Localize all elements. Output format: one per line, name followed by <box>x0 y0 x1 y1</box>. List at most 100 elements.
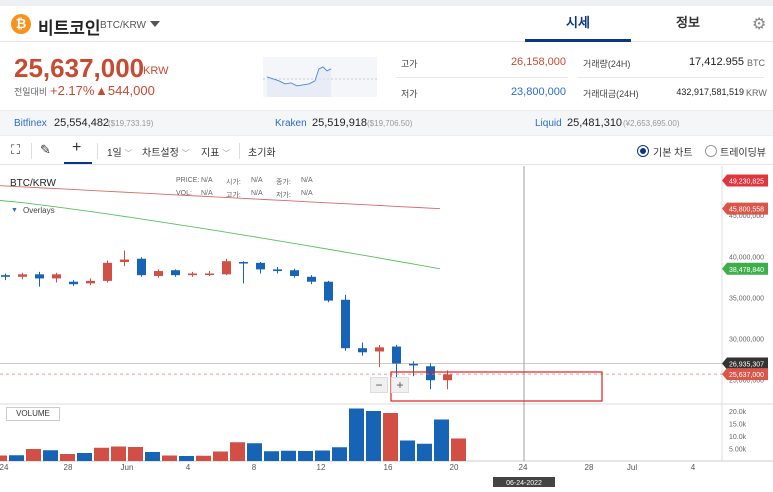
volume-tick-label: 20.0k <box>729 409 747 416</box>
volume-bar <box>417 443 432 461</box>
candle-body <box>18 274 27 277</box>
chart-canvas[interactable]: 45,000,00040,000,00035,000,00030,000,000… <box>0 166 773 487</box>
volume-bar <box>315 450 330 461</box>
gear-icon[interactable]: ⚙ <box>752 14 766 34</box>
volume-bar <box>111 446 126 461</box>
volume-tick-label: 10.0k <box>729 434 747 441</box>
volume-bar <box>9 455 24 461</box>
exchange-usd: ($19,706.50) <box>367 119 413 128</box>
indicators-dropdown[interactable]: 지표 ﹀ <box>201 144 230 159</box>
legend-vol-value: N/A <box>201 190 213 197</box>
legend-open-label: 시가: <box>226 179 241 186</box>
tab-market[interactable]: 시세 <box>525 6 631 42</box>
volume-bar <box>349 408 364 461</box>
exchange-name[interactable]: Bitfinex <box>14 118 47 129</box>
x-tick-label: 8 <box>252 463 257 472</box>
coin-name: 비트코인 <box>38 19 101 38</box>
volume-bar <box>77 453 92 461</box>
chevron-down-icon[interactable] <box>150 21 160 27</box>
crosshair-icon[interactable]: + <box>72 139 81 157</box>
legend-low-value: N/A <box>301 190 313 197</box>
volume-bar <box>298 451 313 461</box>
candle-body <box>171 270 180 276</box>
candle-body <box>120 259 129 263</box>
volume-bar <box>332 447 347 461</box>
basic-chart-radio[interactable] <box>637 145 649 157</box>
candle-body <box>409 363 418 366</box>
legend-low-label: 저가: <box>276 192 291 199</box>
low-label: 저가 <box>401 89 418 99</box>
candle-body <box>341 299 350 349</box>
chart-settings-dropdown[interactable]: 차트설정 ﹀ <box>142 144 190 159</box>
overlays-toggle-icon[interactable]: ▼ <box>11 207 18 214</box>
interval-dropdown[interactable]: 1일 ﹀ <box>107 144 133 159</box>
zoom-out-button[interactable]: − <box>370 377 388 393</box>
exchange-value: 25,554,482 <box>54 117 110 129</box>
tab-info[interactable]: 정보 <box>631 6 745 42</box>
y-tick-label: 40,000,000 <box>729 254 764 261</box>
price-tag-label: 45,800,558 <box>729 207 764 214</box>
bitcoin-icon: ₿ <box>11 14 31 34</box>
candle-body <box>273 269 282 272</box>
volume-bar <box>196 455 211 461</box>
candle-body <box>35 274 44 279</box>
volume-bar <box>179 456 194 461</box>
candle-body <box>52 274 61 279</box>
candle-body <box>290 270 299 276</box>
basic-chart-label[interactable]: 기본 차트 <box>653 144 693 159</box>
candle-body <box>188 273 197 276</box>
volume-bar <box>145 452 160 461</box>
legend-price-value: N/A <box>201 177 213 184</box>
exchange-name[interactable]: Kraken <box>275 118 307 129</box>
candle-body <box>222 261 231 275</box>
x-tick-label: 28 <box>585 463 594 472</box>
candle-body <box>375 347 384 352</box>
candle-body <box>86 280 95 284</box>
x-tick-label: 4 <box>186 463 191 472</box>
current-price: 25,637,000 <box>14 53 145 83</box>
tradingview-radio[interactable] <box>705 145 717 157</box>
legend-close-value: N/A <box>301 177 313 184</box>
volume-bar <box>281 450 296 461</box>
volume-bar <box>230 442 245 461</box>
price-tag-label: 49,230,825 <box>729 179 764 186</box>
x-tick-label: 28 <box>64 463 73 472</box>
volume-bar <box>128 447 143 461</box>
candle-body <box>137 258 146 276</box>
reset-button[interactable]: 초기화 <box>248 144 276 159</box>
candle-body <box>69 281 78 285</box>
volume-bar <box>43 450 58 461</box>
exchange-jpy: (¥2,653,695.00) <box>623 119 680 128</box>
volume-bar <box>247 443 262 461</box>
volume-bar <box>26 449 41 461</box>
x-tick-label: 24 <box>0 463 9 472</box>
x-tick-label: 12 <box>317 463 326 472</box>
exchange-name[interactable]: Liquid <box>535 118 562 129</box>
price-tag-label: 38,478,840 <box>729 267 764 274</box>
change-amount: ▲544,000 <box>95 83 155 98</box>
overlays-label[interactable]: Overlays <box>23 206 55 215</box>
price-chart[interactable]: 45,000,000 40,000,000 35,000,000 30,000,000… <box>0 166 773 487</box>
candle-body <box>324 281 333 301</box>
legend-high-label: 고가: <box>226 192 241 199</box>
x-tick-label: Jul <box>627 463 637 472</box>
volume-bar <box>94 447 109 461</box>
exchange-bar: Bitfinex 25,554,482 ($19,733.19) Kraken … <box>0 110 773 136</box>
draw-pencil-icon[interactable]: ✎ <box>40 142 51 158</box>
x-tick-label: Jun <box>121 463 134 472</box>
tradingview-label[interactable]: 트레이딩뷰 <box>720 144 766 159</box>
amount-24h-unit: KRW <box>746 88 767 98</box>
volume-bar <box>366 411 381 461</box>
exchange-value: 25,519,918 <box>312 117 368 129</box>
compare-label: 전일대비 <box>14 87 48 97</box>
candle-body <box>256 262 265 270</box>
volume-bar <box>451 438 466 461</box>
volume-label: VOLUME <box>6 407 60 421</box>
volume-bar <box>400 440 415 461</box>
y-tick-label: 30,000,000 <box>729 336 764 343</box>
zoom-in-button[interactable]: + <box>391 377 409 393</box>
price-area: 25,637,000 KRW 전일대비 +2.17% ▲544,000 고가 2… <box>0 43 773 109</box>
exchange-value: 25,481,310 <box>567 117 623 129</box>
volume-24h-unit: BTC <box>747 58 765 68</box>
fullscreen-icon[interactable]: ⛶ <box>11 142 20 158</box>
